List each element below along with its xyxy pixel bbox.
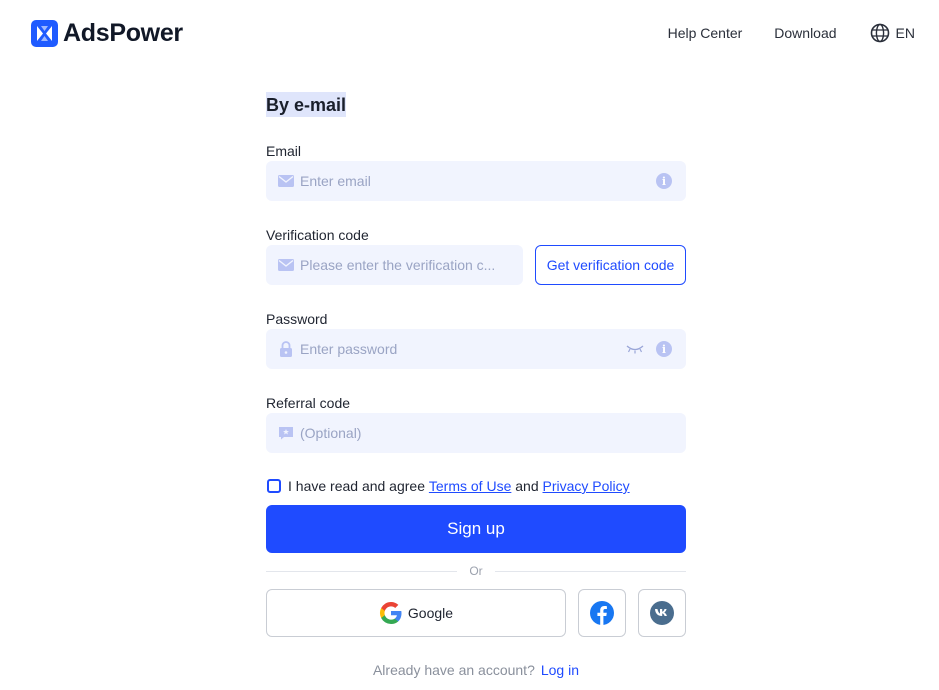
get-verification-code-button[interactable]: Get verification code (535, 245, 686, 285)
or-label: Or (469, 564, 483, 578)
adspower-logo-icon (31, 19, 58, 47)
referral-code-label: Referral code (266, 395, 351, 411)
password-label: Password (266, 311, 328, 327)
sign-up-button[interactable]: Sign up (266, 505, 686, 553)
verification-code-input[interactable] (300, 245, 523, 285)
vk-signup-button[interactable] (638, 589, 686, 637)
divider-line (494, 570, 686, 572)
email-input[interactable] (300, 161, 656, 201)
login-prompt: Already have an account? Log in (266, 662, 686, 678)
agreement-row: I have read and agree Terms of Use and P… (266, 478, 630, 494)
email-label: Email (266, 143, 302, 159)
agreement-and-text: and (515, 478, 539, 494)
verification-field-wrapper (266, 245, 523, 285)
verification-code-label: Verification code (266, 227, 369, 243)
language-label: EN (895, 25, 915, 41)
google-signup-button[interactable]: Google (266, 589, 566, 637)
top-header: AdsPower Help Center Download EN (0, 0, 939, 66)
mail-icon (278, 173, 294, 189)
top-nav: Help Center Download EN (668, 22, 915, 44)
referral-field-wrapper (266, 413, 686, 453)
or-divider: Or (266, 562, 686, 580)
ticket-icon (278, 425, 294, 441)
help-center-link[interactable]: Help Center (668, 25, 743, 41)
log-in-link[interactable]: Log in (541, 662, 579, 678)
google-label: Google (407, 605, 454, 621)
password-field-wrapper: i (266, 329, 686, 369)
email-field-wrapper: i (266, 161, 686, 201)
password-input[interactable] (300, 329, 626, 369)
google-icon (379, 602, 402, 624)
language-switcher[interactable]: EN (870, 23, 915, 43)
eye-closed-icon[interactable] (626, 344, 644, 354)
signup-form: By e-mail Email i Verification code Get … (266, 92, 686, 678)
download-link[interactable]: Download (774, 25, 836, 41)
email-info-icon[interactable]: i (656, 173, 672, 189)
form-title: By e-mail (266, 92, 347, 117)
facebook-icon (590, 601, 614, 625)
facebook-signup-button[interactable] (578, 589, 626, 637)
referral-code-input[interactable] (300, 413, 686, 453)
privacy-policy-link[interactable]: Privacy Policy (543, 478, 630, 494)
password-info-icon[interactable]: i (656, 341, 672, 357)
mail-icon (278, 257, 294, 273)
brand-logo[interactable]: AdsPower (31, 19, 183, 47)
brand-name: AdsPower (63, 18, 183, 47)
lock-icon (278, 341, 294, 357)
divider-line (266, 570, 458, 572)
agreement-text: I have read and agree (288, 478, 425, 494)
terms-of-use-link[interactable]: Terms of Use (429, 478, 511, 494)
already-account-text: Already have an account? (372, 662, 535, 678)
agree-checkbox[interactable] (267, 479, 281, 493)
vk-icon (650, 601, 674, 625)
globe-icon (870, 23, 889, 43)
